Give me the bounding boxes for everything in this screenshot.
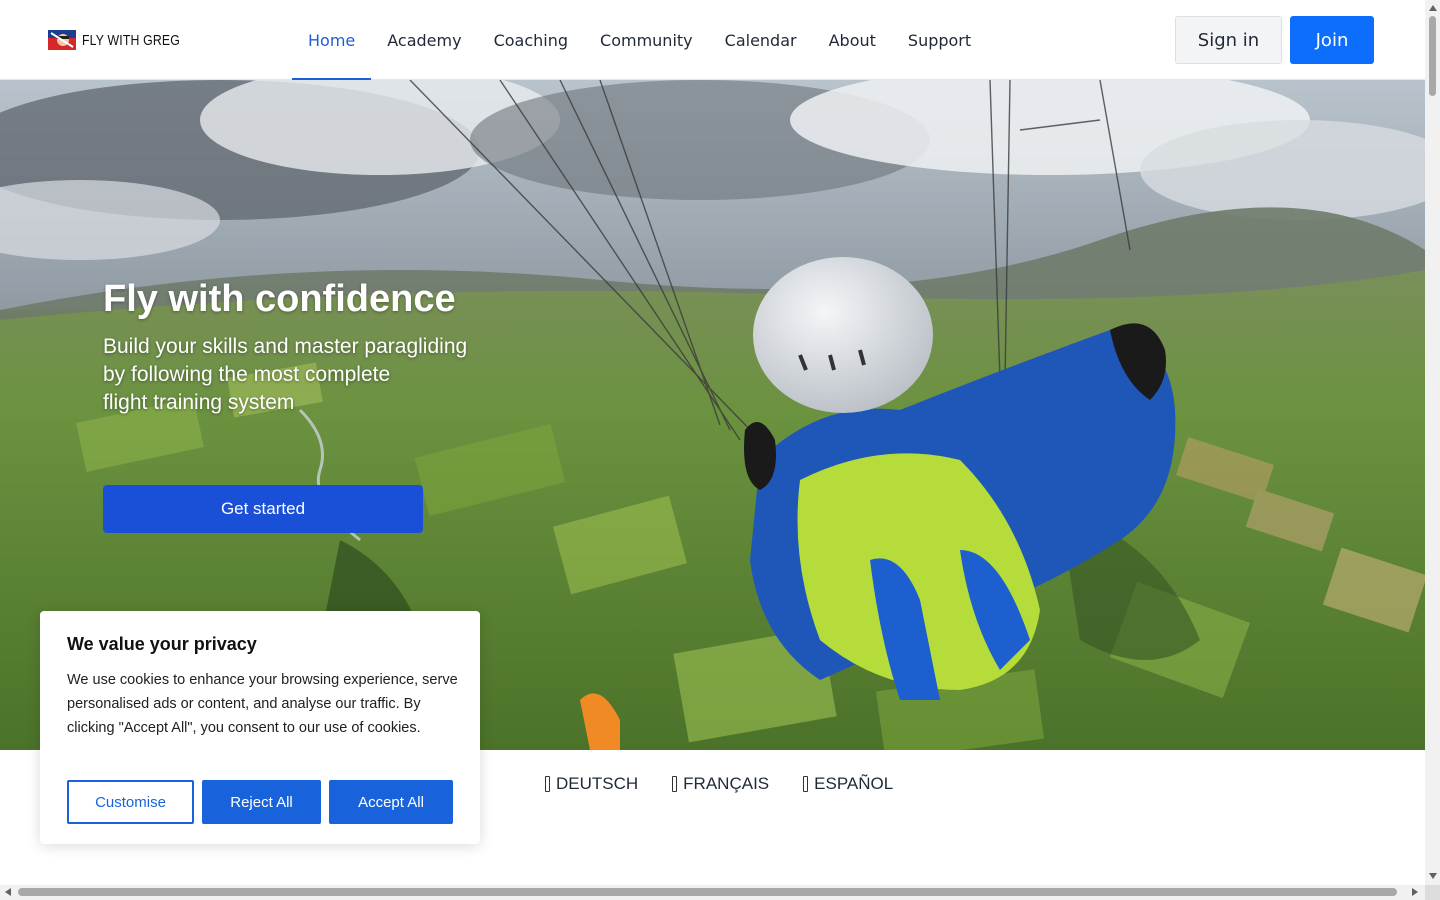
language-label: ESPAÑOL bbox=[814, 774, 894, 793]
flag-icon bbox=[672, 776, 678, 792]
cookie-title: We value your privacy bbox=[67, 634, 257, 654]
flag-icon bbox=[803, 776, 809, 792]
reject-all-button[interactable]: Reject All bbox=[202, 780, 321, 824]
language-links: DEUTSCH FRANÇAIS ESPAÑOL bbox=[545, 774, 893, 794]
language-label: FRANÇAIS bbox=[683, 774, 770, 793]
logo[interactable]: FLY WITH GREG bbox=[48, 29, 202, 51]
language-link-francais[interactable]: FRANÇAIS bbox=[672, 774, 769, 794]
nav-support[interactable]: Support bbox=[892, 0, 987, 80]
customise-button[interactable]: Customise bbox=[67, 780, 194, 824]
horizontal-scroll-thumb[interactable] bbox=[18, 888, 1397, 896]
vertical-scrollbar[interactable] bbox=[1425, 0, 1440, 885]
scroll-left-icon[interactable] bbox=[5, 888, 11, 896]
logo-text: FLY WITH GREG bbox=[82, 31, 181, 49]
scrollbar-corner bbox=[1425, 885, 1440, 900]
nav-community[interactable]: Community bbox=[584, 0, 709, 80]
join-button[interactable]: Join bbox=[1290, 16, 1374, 64]
hero-subtitle-line: Build your skills and master paragliding bbox=[103, 335, 468, 358]
language-link-deutsch[interactable]: DEUTSCH bbox=[545, 774, 638, 794]
scroll-right-icon[interactable] bbox=[1412, 888, 1418, 896]
nav-home[interactable]: Home bbox=[292, 0, 372, 81]
cookie-consent-banner: We value your privacy We use cookies to … bbox=[40, 611, 480, 844]
cookie-description: We use cookies to enhance your browsing … bbox=[67, 672, 458, 736]
horizontal-scrollbar[interactable] bbox=[0, 885, 1425, 900]
hero-subtitle-line: flight training system bbox=[103, 391, 295, 414]
hero-title: Fly with confidence bbox=[103, 278, 456, 320]
nav-calendar[interactable]: Calendar bbox=[709, 0, 813, 80]
sign-in-button[interactable]: Sign in bbox=[1175, 16, 1282, 64]
nav-academy[interactable]: Academy bbox=[371, 0, 477, 80]
accept-all-button[interactable]: Accept All bbox=[329, 780, 453, 824]
scroll-down-icon[interactable] bbox=[1429, 873, 1437, 879]
scroll-up-icon[interactable] bbox=[1429, 5, 1437, 11]
hero-subtitle: Build your skills and master paragliding… bbox=[103, 333, 523, 417]
vertical-scroll-thumb[interactable] bbox=[1429, 16, 1436, 96]
flag-icon bbox=[545, 776, 550, 792]
language-link-espanol[interactable]: ESPAÑOL bbox=[803, 774, 893, 794]
nav-about[interactable]: About bbox=[813, 0, 892, 80]
language-label: DEUTSCH bbox=[556, 774, 639, 793]
site-header: FLY WITH GREG Home Academy Coaching Comm… bbox=[0, 0, 1425, 81]
get-started-button[interactable]: Get started bbox=[103, 485, 423, 533]
hero-subtitle-line: by following the most complete bbox=[103, 363, 391, 386]
main-nav: Home Academy Coaching Community Calendar… bbox=[292, 0, 987, 81]
nav-coaching[interactable]: Coaching bbox=[478, 0, 584, 80]
logo-icon bbox=[48, 30, 76, 50]
